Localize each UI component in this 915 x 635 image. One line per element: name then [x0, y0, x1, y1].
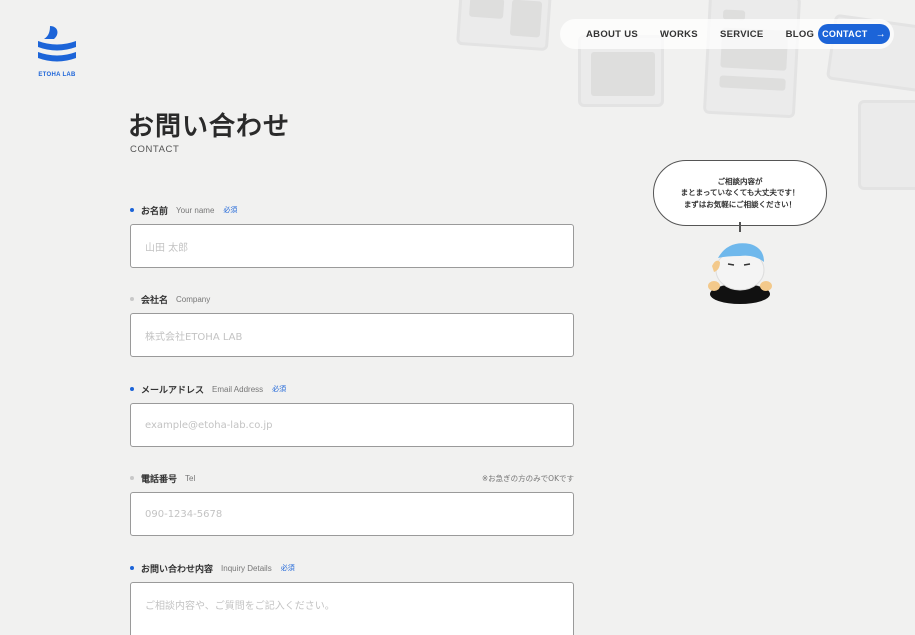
field-label-ja: 会社名 [141, 295, 169, 306]
field-label-tel: 電話番号 Tel ※お急ぎの方のみでOKです [130, 471, 574, 485]
background-illustration [456, 0, 552, 52]
field-label-ja: お名前 [141, 206, 169, 217]
field-label-email: メールアドレス Email Address 必須 [130, 382, 574, 396]
wave-logo-icon [38, 26, 76, 62]
required-badge: 必須 [223, 206, 238, 214]
inquiry-textarea[interactable]: ご相談内容や、ご質問をご記入ください。 [130, 582, 574, 635]
field-label-company: 会社名 Company [130, 292, 574, 306]
inquiry-textarea-placeholder: ご相談内容や、ご質問をご記入ください。 [145, 601, 335, 612]
background-illustration [702, 0, 802, 119]
contact-button[interactable]: CONTACT → [818, 24, 890, 44]
name-input[interactable]: 山田 太郎 [130, 224, 574, 268]
background-illustration [858, 100, 915, 190]
field-label-en: Tel [185, 473, 196, 483]
speech-bubble-line: ご相談内容が [717, 176, 763, 186]
arrow-right-icon: → [875, 28, 886, 40]
optional-dot [130, 476, 134, 480]
email-input[interactable]: example@etoha-lab.co.jp [130, 403, 574, 447]
field-label-en: Email Address [212, 384, 264, 394]
required-dot [130, 566, 134, 570]
nav-link-about-us[interactable]: ABOUT US [586, 29, 638, 40]
page-title: お問い合わせ [128, 112, 291, 142]
page-subtitle: CONTACT [130, 144, 180, 155]
speech-bubble-line: まとまっていなくても大丈夫です！ [680, 188, 800, 198]
speech-bubble-tail [739, 222, 741, 232]
required-badge: 必須 [272, 385, 287, 393]
mascot-character-icon [708, 243, 772, 304]
contact-button-label: CONTACT [822, 29, 868, 39]
nav-link-works[interactable]: WORKS [660, 29, 698, 40]
global-nav: ABOUT US WORKS SERVICE BLOG CONTACT → [560, 19, 894, 49]
speech-bubble: ご相談内容が まとまっていなくても大丈夫です！ まずはお気軽にご相談ください！ [653, 160, 827, 226]
speech-bubble-line: まずはお気軽にご相談ください！ [683, 199, 797, 209]
field-label-en: Your name [176, 205, 215, 215]
field-label-inquiry: お問い合わせ内容 Inquiry Details 必須 [130, 561, 574, 575]
company-input[interactable]: 株式会社ETOHA LAB [130, 313, 574, 357]
logo[interactable]: ETOHA LAB [36, 24, 78, 82]
required-badge: 必須 [280, 564, 295, 572]
nav-link-blog[interactable]: BLOG [786, 29, 815, 40]
name-input-placeholder: 山田 太郎 [145, 242, 189, 254]
tel-input[interactable]: 090-1234-5678 [130, 492, 574, 536]
email-input-placeholder: example@etoha-lab.co.jp [145, 419, 273, 431]
tel-input-placeholder: 090-1234-5678 [145, 508, 223, 520]
logo-text: ETOHA LAB [38, 72, 76, 78]
field-label-ja: 電話番号 [141, 474, 178, 485]
required-dot [130, 387, 134, 391]
field-label-ja: メールアドレス [141, 385, 205, 396]
company-input-placeholder: 株式会社ETOHA LAB [145, 331, 243, 343]
nav-link-service[interactable]: SERVICE [720, 29, 764, 40]
field-label-en: Company [176, 294, 211, 304]
field-label-name: お名前 Your name 必須 [130, 203, 574, 217]
required-dot [130, 208, 134, 212]
optional-dot [130, 297, 134, 301]
field-label-ja: お問い合わせ内容 [141, 564, 214, 575]
field-label-en: Inquiry Details [221, 563, 272, 573]
field-note: ※お急ぎの方のみでOKです [481, 473, 574, 483]
